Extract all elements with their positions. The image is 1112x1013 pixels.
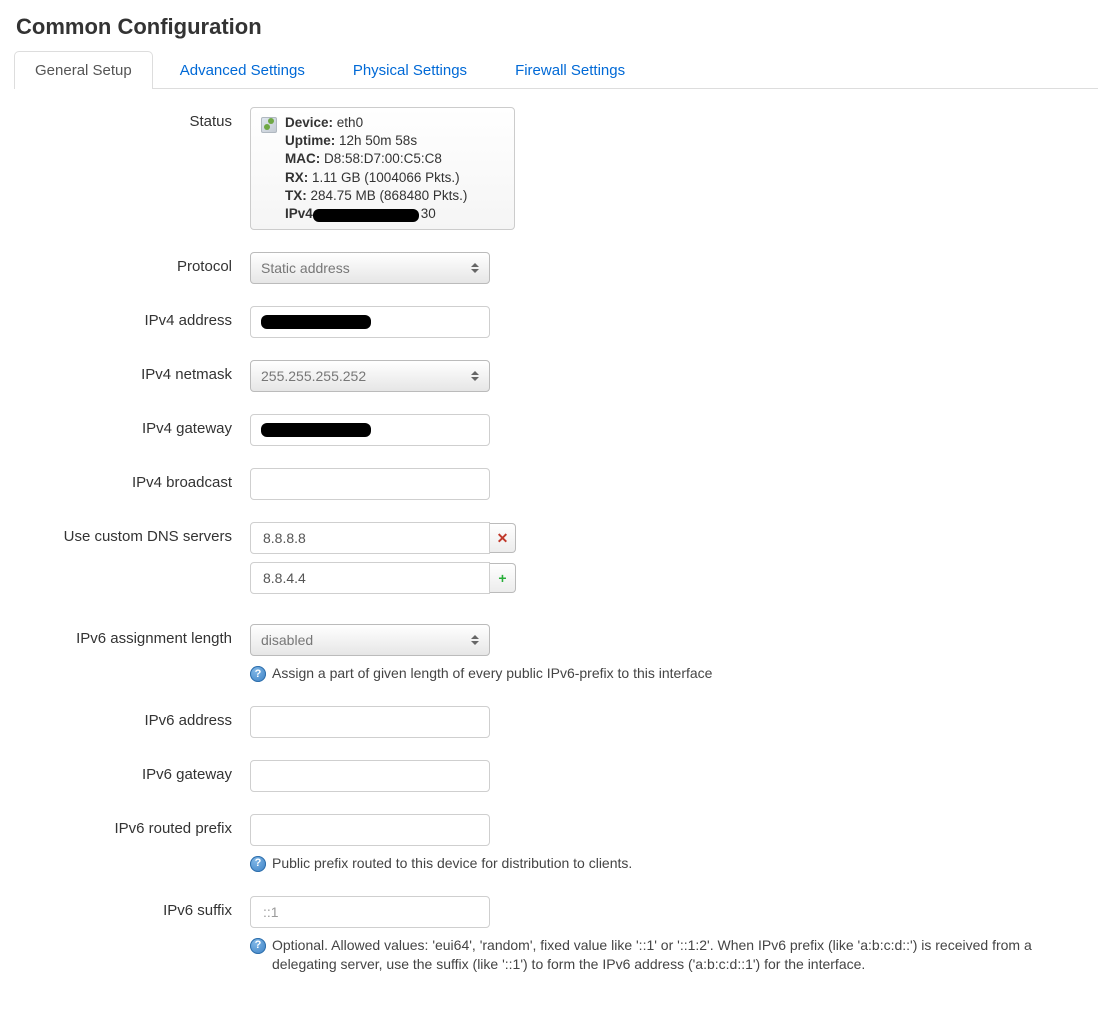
ipv6-routed-prefix-help: Public prefix routed to this device for …	[272, 854, 632, 874]
status-mac-label: MAC:	[285, 151, 320, 166]
chevron-updown-icon	[471, 371, 479, 381]
status-rx-value: 1.11 GB (1004066 Pkts.)	[312, 170, 460, 185]
tab-advanced-settings[interactable]: Advanced Settings	[159, 51, 326, 89]
ipv6-suffix-input[interactable]	[250, 896, 490, 928]
help-icon: ?	[250, 856, 266, 872]
status-tx-label: TX:	[285, 188, 307, 203]
ipv4-address-input[interactable]	[250, 306, 490, 338]
dns-field-1[interactable]	[261, 569, 479, 587]
status-rx-label: RX:	[285, 170, 308, 185]
label-protocol: Protocol	[20, 252, 250, 275]
ipv4-broadcast-input[interactable]	[250, 468, 490, 500]
dns-input-0[interactable]	[250, 522, 490, 554]
tab-general-setup[interactable]: General Setup	[14, 51, 153, 89]
ipv6-assign-len-select[interactable]: disabled	[250, 624, 490, 656]
label-ipv6-suffix: IPv6 suffix	[20, 896, 250, 919]
page-title: Common Configuration	[16, 14, 1098, 40]
ipv6-assign-len-help: Assign a part of given length of every p…	[272, 664, 712, 684]
network-interface-icon	[261, 117, 277, 133]
status-box: Device: eth0 Uptime: 12h 50m 58s MAC: D8…	[250, 107, 515, 230]
ipv4-broadcast-field[interactable]	[261, 475, 479, 493]
ipv6-suffix-help: Optional. Allowed values: 'eui64', 'rand…	[272, 936, 1092, 975]
redacted-ipv4	[313, 209, 419, 222]
dns-input-1[interactable]	[250, 562, 490, 594]
label-ipv4-broadcast: IPv4 broadcast	[20, 468, 250, 491]
tab-firewall-settings[interactable]: Firewall Settings	[494, 51, 646, 89]
ipv6-gateway-input[interactable]	[250, 760, 490, 792]
close-icon: ✕	[497, 531, 509, 545]
ipv6-address-input[interactable]	[250, 706, 490, 738]
dns-add-button[interactable]: +	[490, 563, 516, 593]
label-ipv6-routed-prefix: IPv6 routed prefix	[20, 814, 250, 837]
ipv6-routed-prefix-field[interactable]	[261, 821, 479, 839]
status-device-label: Device:	[285, 115, 333, 130]
label-ipv6-assign-len: IPv6 assignment length	[20, 624, 250, 647]
label-status: Status	[20, 107, 250, 130]
dns-remove-button[interactable]: ✕	[490, 523, 516, 553]
plus-icon: +	[498, 571, 506, 585]
ipv6-assign-len-value: disabled	[261, 632, 313, 648]
ipv4-gateway-input[interactable]	[250, 414, 490, 446]
label-ipv4-address: IPv4 address	[20, 306, 250, 329]
tab-content-general: Status Device: eth0 Uptime: 12h 50m 58s …	[14, 89, 1098, 1003]
status-ipv4-label: IPv4	[285, 206, 313, 221]
label-ipv6-gateway: IPv6 gateway	[20, 760, 250, 783]
ipv6-suffix-field[interactable]	[261, 903, 479, 921]
protocol-select[interactable]: Static address	[250, 252, 490, 284]
status-uptime-value: 12h 50m 58s	[339, 133, 417, 148]
ipv6-address-field[interactable]	[261, 713, 479, 731]
label-ipv4-gateway: IPv4 gateway	[20, 414, 250, 437]
help-icon: ?	[250, 938, 266, 954]
status-mac-value: D8:58:D7:00:C5:C8	[324, 151, 442, 166]
ipv6-routed-prefix-input[interactable]	[250, 814, 490, 846]
ipv4-netmask-select[interactable]: 255.255.255.252	[250, 360, 490, 392]
chevron-updown-icon	[471, 635, 479, 645]
protocol-select-value: Static address	[261, 260, 350, 276]
ipv6-gateway-field[interactable]	[261, 767, 479, 785]
label-ipv4-netmask: IPv4 netmask	[20, 360, 250, 383]
redacted-ipv4-gateway	[261, 423, 371, 437]
chevron-updown-icon	[471, 263, 479, 273]
ipv4-netmask-value: 255.255.255.252	[261, 368, 366, 384]
status-ipv4-tail: 30	[421, 206, 436, 221]
dns-field-0[interactable]	[261, 529, 479, 547]
status-tx-value: 284.75 MB (868480 Pkts.)	[311, 188, 468, 203]
help-icon: ?	[250, 666, 266, 682]
tab-bar: General Setup Advanced Settings Physical…	[14, 50, 1098, 89]
label-ipv6-address: IPv6 address	[20, 706, 250, 729]
tab-physical-settings[interactable]: Physical Settings	[332, 51, 488, 89]
redacted-ipv4-address	[261, 315, 371, 329]
status-uptime-label: Uptime:	[285, 133, 335, 148]
label-dns: Use custom DNS servers	[20, 522, 250, 545]
status-device-value: eth0	[337, 115, 363, 130]
